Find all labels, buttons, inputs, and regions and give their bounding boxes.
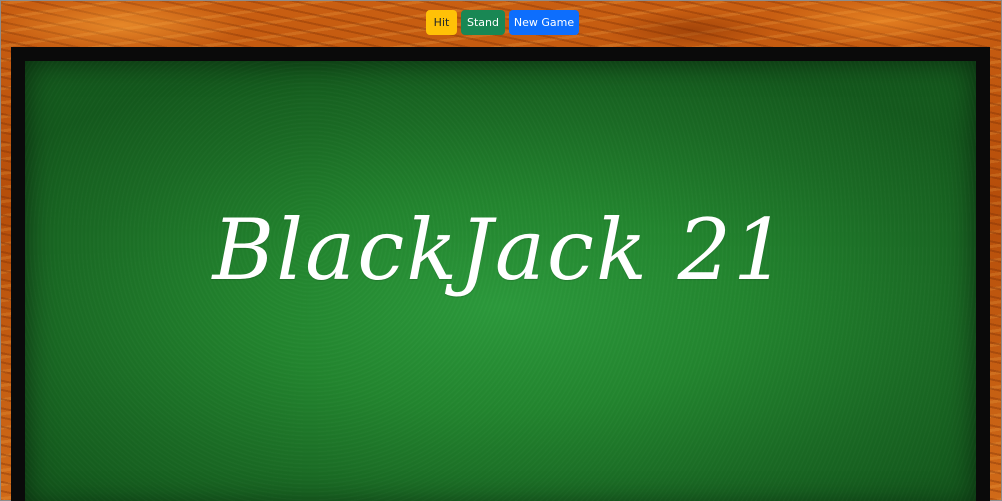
stand-button[interactable]: Stand (461, 10, 505, 35)
game-controls: Hit Stand New Game (426, 10, 579, 35)
hit-button[interactable]: Hit (426, 10, 457, 35)
game-title: BlackJack 21 (212, 201, 789, 299)
game-table-felt: BlackJack 21 (25, 61, 976, 501)
new-game-button[interactable]: New Game (509, 10, 579, 35)
